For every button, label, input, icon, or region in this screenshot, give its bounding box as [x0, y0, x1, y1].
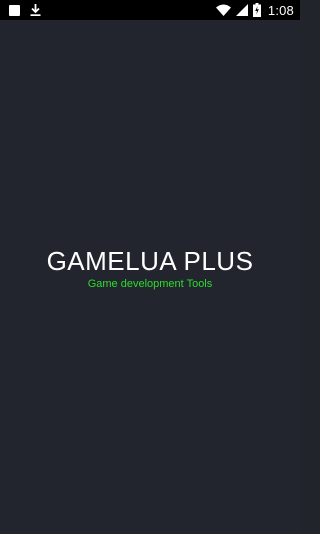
download-icon: [30, 4, 41, 16]
status-bar-clock: 1:08: [267, 2, 294, 18]
splash-branding: GAMELUA PLUS Game development Tools: [0, 246, 300, 291]
status-bar-notifications: [9, 0, 41, 20]
signal-icon: [235, 4, 248, 16]
status-bar-system: 1:08: [215, 0, 294, 20]
notification-square-icon: [9, 4, 20, 16]
status-bar: 1:08: [0, 0, 300, 20]
wifi-icon: [215, 4, 231, 16]
splash-screen: 1:08 GAMELUA PLUS Game development Tools: [0, 0, 300, 534]
app-subtitle: Game development Tools: [87, 278, 213, 290]
app-title: GAMELUA PLUS: [46, 246, 254, 276]
battery-charging-icon: [252, 3, 261, 17]
